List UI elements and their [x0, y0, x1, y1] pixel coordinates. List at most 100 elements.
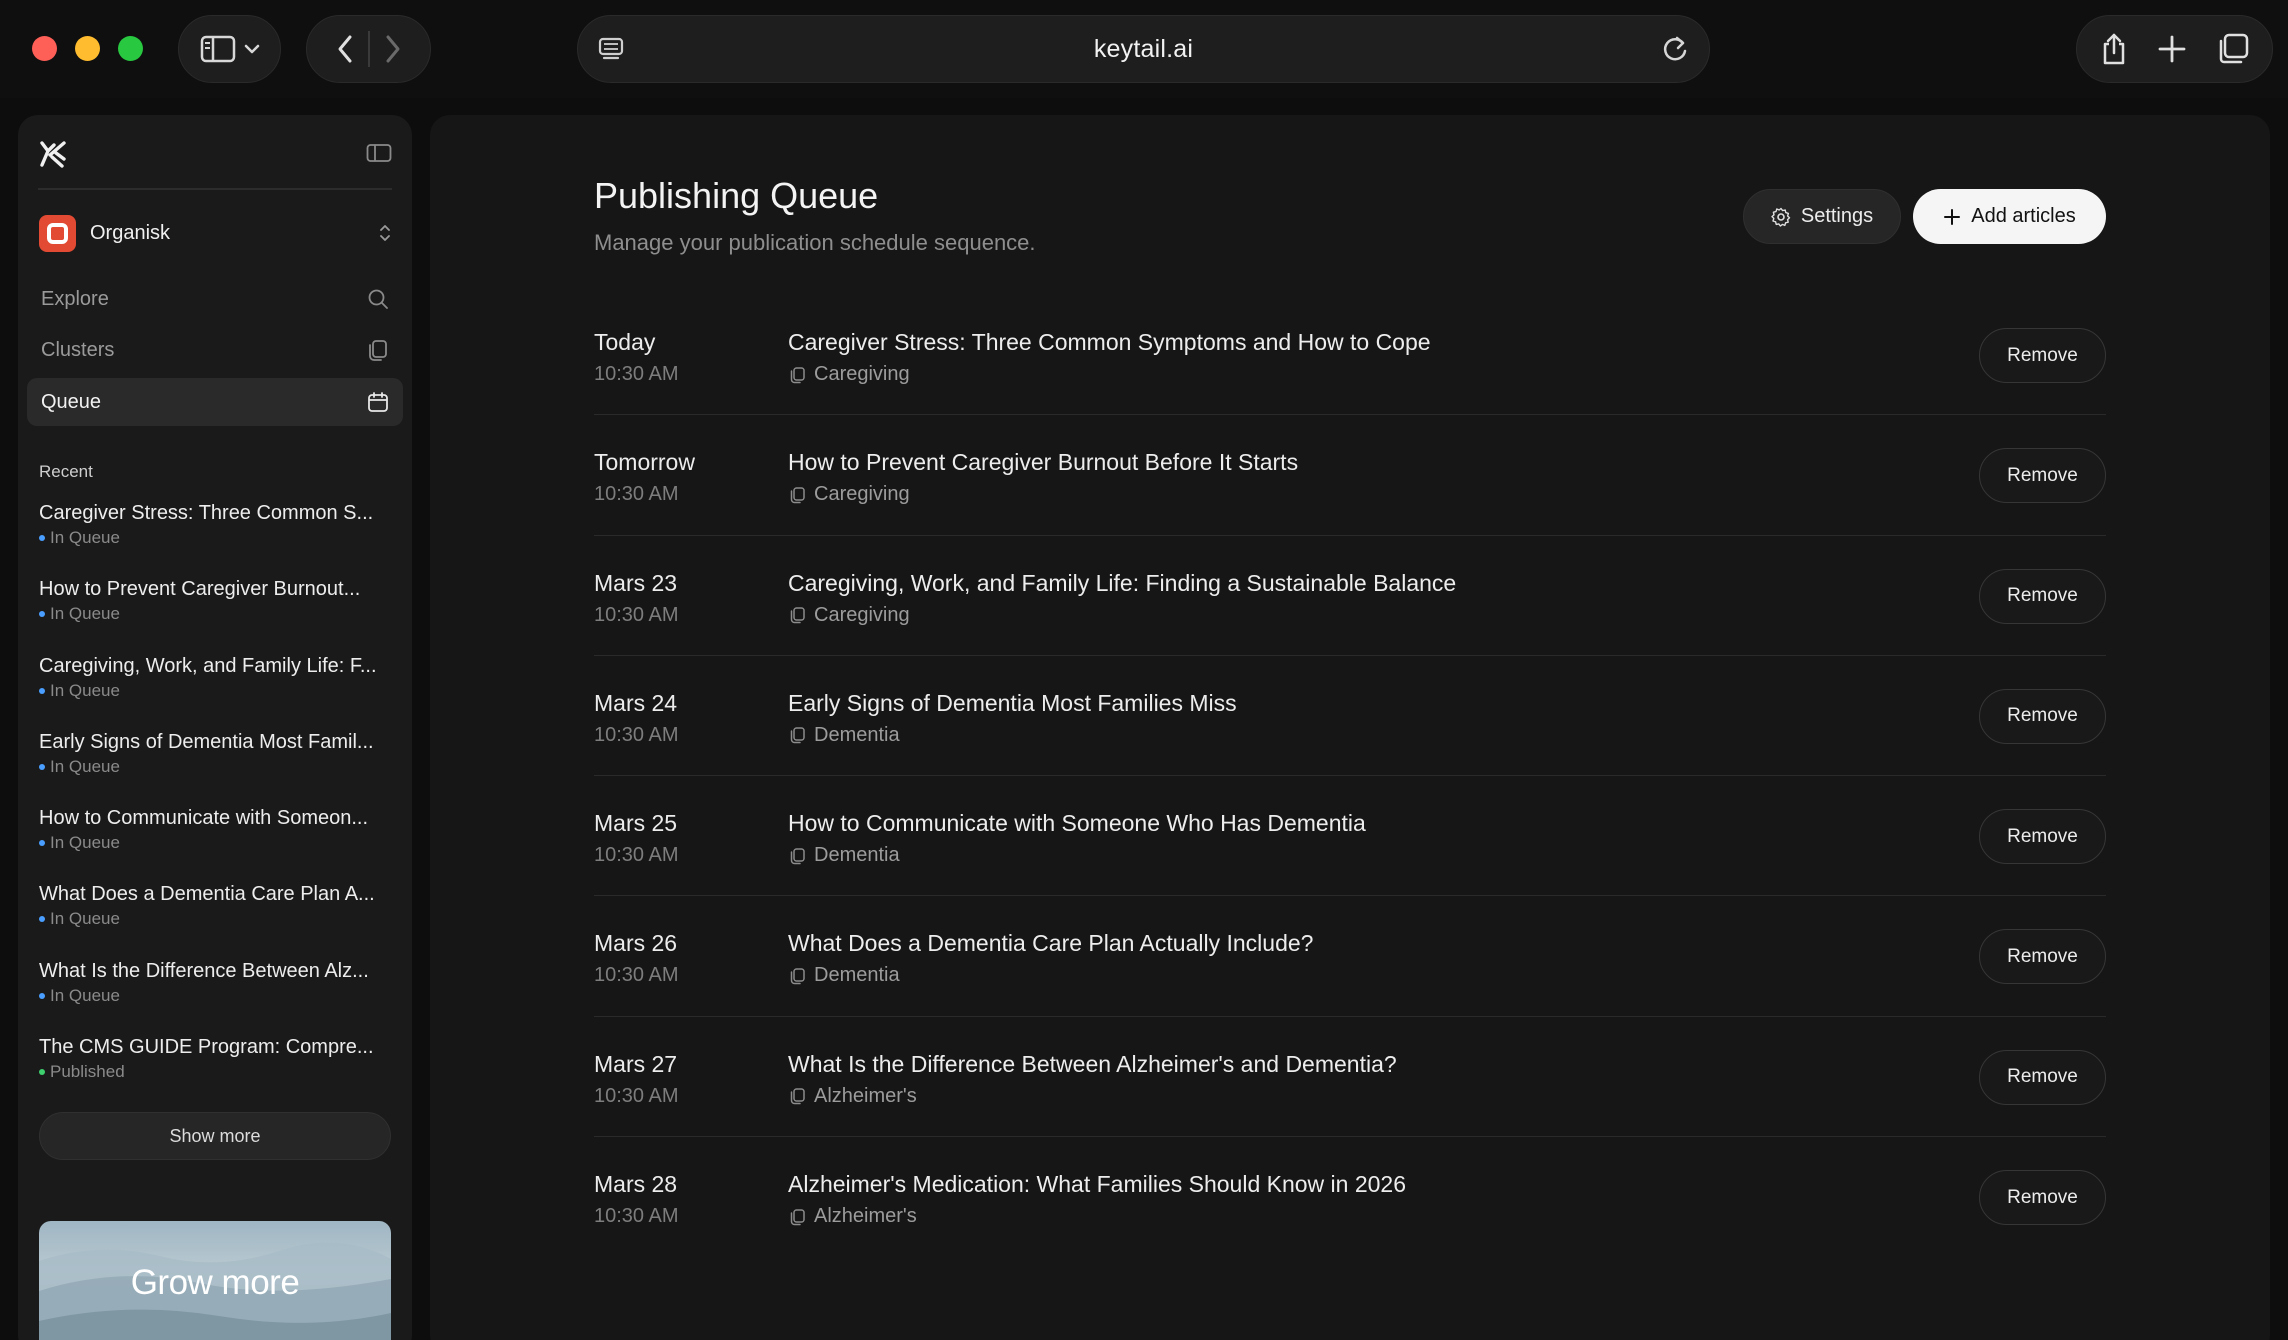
queue-row: Mars 27 10:30 AM What Is the Difference Be… [594, 1017, 2106, 1138]
recent-item-status: In Queue [39, 985, 393, 1007]
recent-item[interactable]: What Does a Dementia Care Plan A... In Qu… [39, 880, 393, 956]
sidebar: Organisk Explore Clusters Queue Recent C… [18, 115, 412, 1340]
sidebar-item-label: Clusters [41, 338, 115, 361]
status-dot [39, 992, 45, 999]
status-dot [39, 916, 45, 923]
cluster-tag: Dementia [788, 844, 900, 867]
queue-row: Mars 23 10:30 AM Caregiving, Work, and Fam… [594, 536, 2106, 656]
cluster-tag: Dementia [788, 964, 900, 987]
status-label: In Queue [50, 604, 120, 624]
queue-time: 10:30 AM [594, 964, 679, 987]
queue-date: Mars 28 [594, 1171, 678, 1198]
article-title[interactable]: How to Prevent Caregiver Burnout Before … [788, 449, 1298, 476]
add-articles-button[interactable]: Add articles [1913, 189, 2106, 244]
sidebar-item-clusters[interactable]: Clusters [27, 326, 403, 374]
forward-button[interactable] [384, 34, 402, 64]
remove-button[interactable]: Remove [1979, 448, 2106, 504]
collapse-sidebar-icon[interactable] [366, 143, 392, 163]
article-title[interactable]: Alzheimer's Medication: What Families Sh… [788, 1171, 1406, 1198]
sidebar-icon [200, 34, 236, 64]
remove-button[interactable]: Remove [1979, 568, 2106, 624]
organization-switcher[interactable]: Organisk [39, 213, 392, 253]
cluster-tag: Alzheimer's [788, 1205, 917, 1228]
share-icon[interactable] [2099, 32, 2129, 66]
recent-item-status: In Queue [39, 908, 393, 930]
remove-button[interactable]: Remove [1979, 1170, 2106, 1226]
organization-avatar [39, 214, 76, 252]
remove-button[interactable]: Remove [1979, 929, 2106, 985]
recent-item-status: Published [39, 1061, 393, 1083]
status-dot [39, 687, 45, 694]
page-title: Publishing Queue [594, 175, 879, 216]
queue-date: Mars 27 [594, 1050, 678, 1077]
status-label: In Queue [50, 985, 120, 1005]
remove-button[interactable]: Remove [1979, 1049, 2106, 1105]
recent-item[interactable]: Early Signs of Dementia Most Famil... In … [39, 728, 393, 804]
recent-item[interactable]: Caregiving, Work, and Family Life: F... I… [39, 652, 393, 728]
close-window-button[interactable] [32, 36, 57, 61]
status-label: In Queue [50, 909, 120, 929]
remove-button[interactable]: Remove [1979, 809, 2106, 865]
queue-row: Mars 25 10:30 AM How to Communicate with S… [594, 776, 2106, 897]
status-label: Published [50, 1062, 125, 1082]
article-title[interactable]: Caregiver Stress: Three Common Symptoms … [788, 329, 1431, 356]
back-button[interactable] [336, 34, 354, 64]
recent-item[interactable]: What Is the Difference Between Alz... In … [39, 957, 393, 1033]
tab-overview-icon[interactable] [2216, 32, 2250, 66]
zoom-window-button[interactable] [118, 36, 143, 61]
cluster-icon [788, 726, 806, 744]
new-tab-icon[interactable] [2157, 34, 2187, 64]
article-title[interactable]: What Is the Difference Between Alzheimer… [788, 1051, 1397, 1078]
recent-item-title: The CMS GUIDE Program: Compre... [39, 1036, 374, 1059]
history-nav [306, 15, 431, 83]
article-title[interactable]: Early Signs of Dementia Most Families Mi… [788, 690, 1237, 717]
queue-row: Mars 28 10:30 AM Alzheimer's Medication: W… [594, 1137, 2106, 1257]
cluster-tag: Alzheimer's [788, 1085, 917, 1108]
status-label: In Queue [50, 833, 120, 853]
recent-item[interactable]: How to Communicate with Someon... In Queu… [39, 804, 393, 880]
add-articles-label: Add articles [1971, 205, 2076, 227]
chevron-down-icon [244, 43, 260, 55]
gear-icon [1771, 207, 1791, 227]
recent-item-title: How to Prevent Caregiver Burnout... [39, 578, 361, 601]
queue-time: 10:30 AM [594, 844, 679, 867]
cluster-label: Caregiving [814, 363, 910, 385]
recent-item[interactable]: Caregiver Stress: Three Common S... In Qu… [39, 499, 393, 575]
cluster-icon [788, 606, 806, 624]
show-more-button[interactable]: Show more [39, 1112, 391, 1160]
recent-item-status: In Queue [39, 680, 393, 702]
minimize-window-button[interactable] [75, 36, 100, 61]
cluster-tag: Caregiving [788, 604, 910, 627]
article-title[interactable]: What Does a Dementia Care Plan Actually … [788, 930, 1313, 957]
sidebar-item-explore[interactable]: Explore [27, 275, 403, 323]
sidebar-toggle-button[interactable] [178, 15, 281, 83]
settings-label: Settings [1800, 205, 1874, 227]
recent-item-status: In Queue [39, 527, 393, 549]
queue-date: Mars 26 [594, 930, 678, 957]
address-bar[interactable]: keytail.ai [577, 15, 1710, 83]
article-title[interactable]: Caregiving, Work, and Family Life: Findi… [788, 570, 1456, 597]
queue-date: Today [594, 329, 656, 355]
browser-chrome: keytail.ai [0, 0, 2288, 98]
page-menu-icon[interactable] [598, 36, 624, 62]
cluster-label: Dementia [814, 723, 900, 746]
status-dot [39, 535, 45, 541]
queue-time: 10:30 AM [594, 1084, 679, 1107]
reload-icon[interactable] [1661, 34, 1689, 64]
browser-actions [2076, 15, 2273, 83]
grow-more-promo-card[interactable]: Grow more [39, 1221, 391, 1340]
recent-item-status: In Queue [39, 603, 393, 625]
calendar-icon [367, 391, 389, 413]
cluster-tag: Caregiving [788, 363, 910, 386]
remove-button[interactable]: Remove [1979, 328, 2106, 383]
settings-button[interactable]: Settings [1743, 189, 1901, 244]
recent-item[interactable]: How to Prevent Caregiver Burnout... In Qu… [39, 575, 393, 651]
keytail-logo-icon[interactable] [38, 139, 68, 169]
queue-row: Tomorrow 10:30 AM How to Prevent Caregiver… [594, 415, 2106, 536]
recent-item[interactable]: The CMS GUIDE Program: Compre... Publishe… [39, 1033, 393, 1109]
sidebar-item-queue[interactable]: Queue [27, 378, 403, 426]
remove-button[interactable]: Remove [1979, 688, 2106, 744]
article-title[interactable]: How to Communicate with Someone Who Has … [788, 810, 1366, 837]
recent-item-title: How to Communicate with Someon... [39, 807, 369, 830]
status-label: In Queue [50, 756, 120, 776]
